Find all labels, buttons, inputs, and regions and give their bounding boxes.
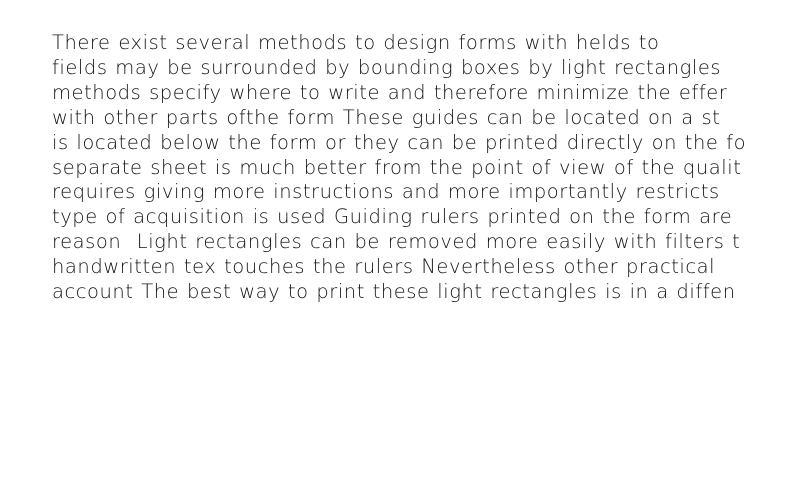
text-line-9: reason Light rectangles can be removed m… [52,230,741,254]
text-line-8: type of acquisition is used Guiding rule… [52,205,733,229]
text-line-6: separate sheet is much better from the p… [52,155,742,179]
text-line-7: requires giving more instructions and mo… [52,180,720,204]
text-line-2: fields may be surrounded by bounding box… [52,55,722,79]
page: { "document": { "lines": [ "There exist … [0,0,800,500]
text-line-5: is located below the form or they can be… [52,130,747,154]
text-line-1: There exist several methods to design fo… [52,31,660,54]
text-line-11: account The best way to print these ligh… [52,280,736,304]
text-line-4: with other parts ofthe form These guides… [52,105,721,129]
text-line-10: handwritten tex touches the rulers Never… [52,255,716,279]
handwritten-text-block: There exist several methods to design fo… [52,31,800,305]
text-line-3: methods specify where to write and there… [52,80,728,104]
